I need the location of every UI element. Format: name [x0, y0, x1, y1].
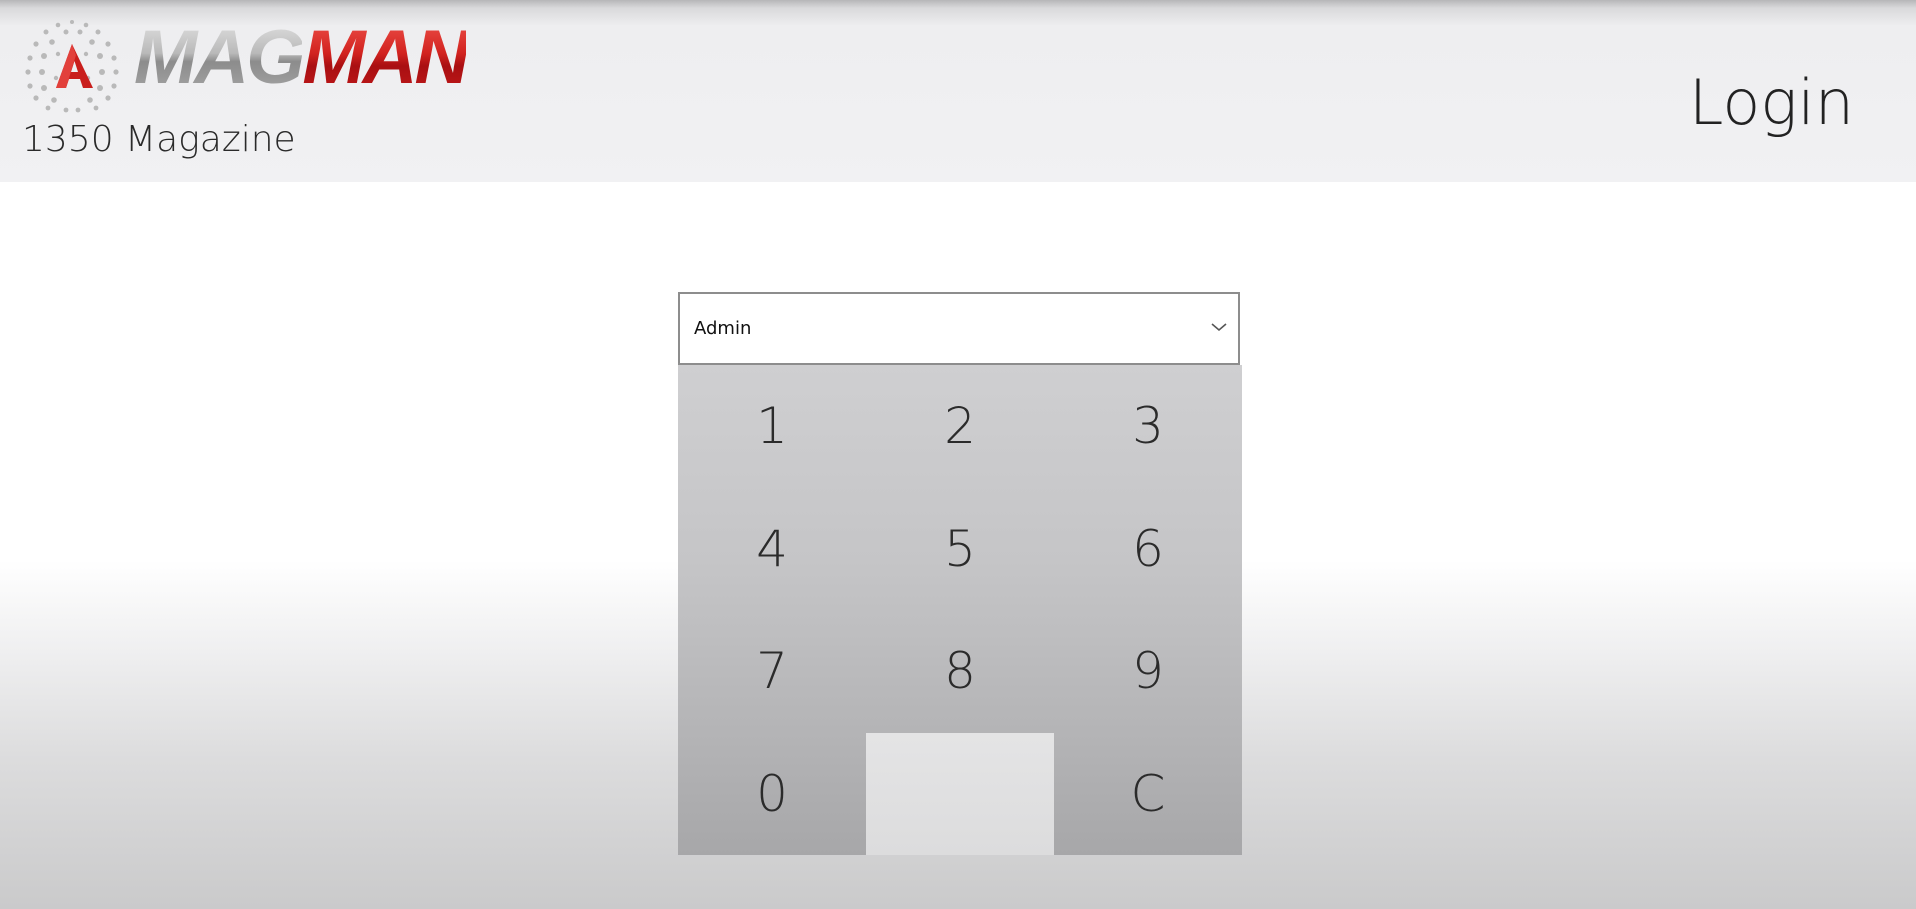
key-4[interactable]: 4	[678, 488, 866, 611]
key-3[interactable]: 3	[1054, 365, 1242, 488]
brand-wordmark-man: MAN	[302, 15, 469, 100]
brand-wordmark-mag: MAG	[134, 15, 305, 100]
key-1[interactable]: 1	[678, 365, 866, 488]
key-5[interactable]: 5	[866, 488, 1054, 611]
globe-a-icon	[25, 20, 119, 113]
key-9[interactable]: 9	[1054, 610, 1242, 733]
page-title: Login	[1688, 66, 1854, 139]
key-clear[interactable]: C	[1054, 733, 1242, 856]
app-header: MAGMAN 1350 Magazine Login	[0, 0, 1916, 182]
key-2[interactable]: 2	[866, 365, 1054, 488]
magman-logo: MAGMAN	[22, 16, 492, 114]
user-select-dropdown[interactable]: Admin	[678, 292, 1240, 365]
keypad-blank-cell	[866, 732, 1054, 855]
key-8[interactable]: 8	[866, 610, 1054, 733]
key-0[interactable]: 0	[678, 733, 866, 856]
chevron-down-icon	[1211, 323, 1227, 332]
magazine-subtitle: 1350 Magazine	[22, 119, 296, 160]
pin-keypad: 1 2 3 4 5 6 7 8 9 0 C	[678, 365, 1242, 855]
key-6[interactable]: 6	[1054, 488, 1242, 611]
user-select-value: Admin	[694, 318, 752, 339]
brand-wordmark: MAGMAN	[134, 20, 469, 96]
key-7[interactable]: 7	[678, 610, 866, 733]
